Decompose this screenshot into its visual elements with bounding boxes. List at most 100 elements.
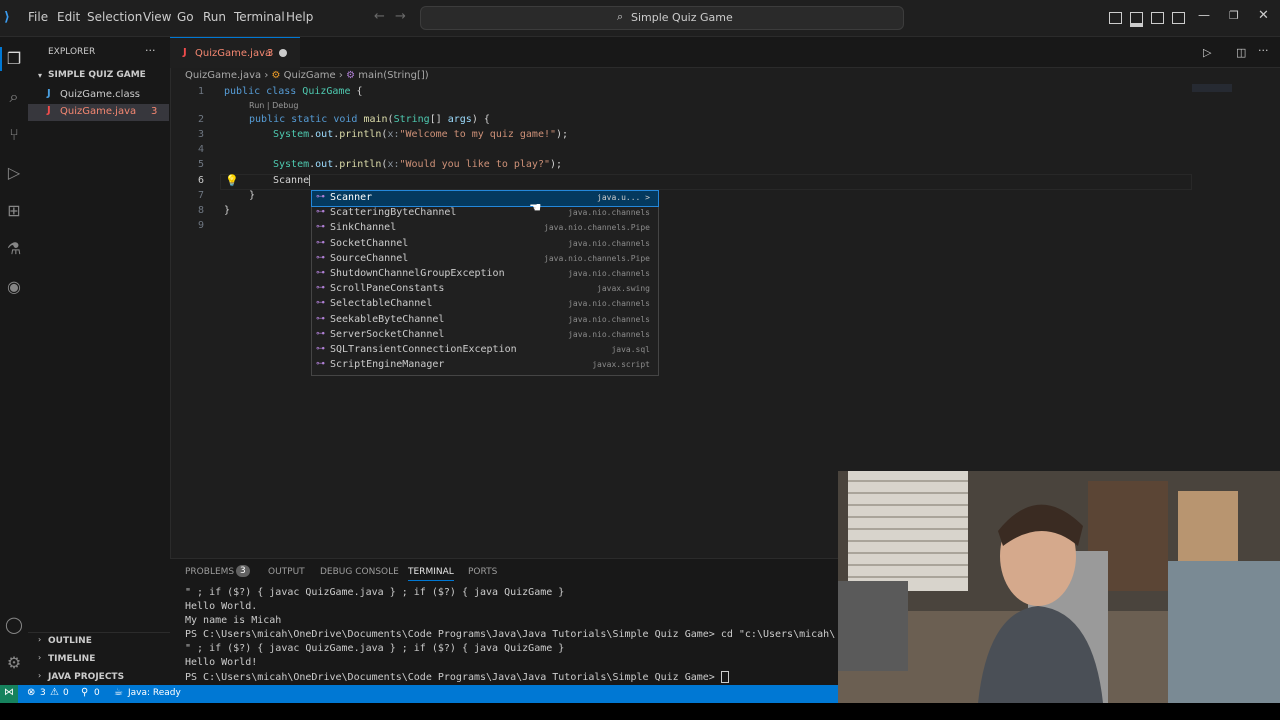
suggestion-item[interactable]: ⊶ SocketChannel java.nio.channels — [312, 237, 658, 252]
tab-quizgame-java[interactable]: J QuizGame.java 3 — [170, 37, 300, 68]
suggestion-item[interactable]: ⊶ ScrollPaneConstants javax.swing — [312, 282, 658, 297]
forward-arrow-icon[interactable]: → — [395, 9, 406, 24]
suggestion-item[interactable]: ⊶ SQLTransientConnectionException java.sql — [312, 343, 658, 358]
explorer-icon[interactable]: ❐ — [4, 49, 24, 69]
line-number: 5 — [197, 159, 204, 170]
tab-error-badge: 3 — [267, 48, 274, 59]
code-line-8[interactable]: } — [224, 205, 230, 216]
suggestion-item[interactable]: ⊶ ShutdownChannelGroupException java.nio.c… — [312, 267, 658, 282]
run-file-icon[interactable]: ▷ — [1203, 46, 1211, 59]
search-icon[interactable]: ⌕ — [4, 87, 24, 107]
github-icon[interactable]: ◉ — [4, 277, 24, 297]
menu-selection[interactable]: Selection — [87, 10, 142, 24]
code-line-5[interactable]: System.out.println(x:"Would you like to … — [273, 159, 562, 170]
toggle-panel-icon[interactable] — [1130, 12, 1143, 27]
outline-section[interactable]: OUTLINE — [48, 636, 92, 646]
java-file-icon: J — [47, 88, 51, 99]
code-line-6[interactable]: Scanne — [273, 175, 311, 186]
editor-tabs — [170, 37, 1280, 68]
run-debug-icon[interactable]: ▷ — [4, 163, 24, 183]
code-line-7[interactable]: } — [249, 190, 255, 201]
customize-layout-icon[interactable] — [1172, 12, 1185, 24]
java-status[interactable]: Java: Ready — [128, 688, 181, 698]
ports-icon[interactable]: ⚲ — [81, 687, 88, 698]
suggestion-label: SelectableChannel — [330, 298, 433, 310]
tab-problems[interactable]: PROBLEMS — [185, 567, 234, 577]
source-control-icon[interactable]: ⑂ — [4, 125, 24, 145]
menu-run[interactable]: Run — [203, 10, 226, 24]
folder-title[interactable]: SIMPLE QUIZ GAME — [48, 70, 146, 80]
tab-terminal[interactable]: TERMINAL — [408, 567, 454, 581]
menu-go[interactable]: Go — [177, 10, 194, 24]
line-number: 8 — [197, 205, 204, 216]
autocomplete-suggestions: ⊶ Scanner java.u... > ⊶ ScatteringByteChanne… — [311, 190, 659, 376]
suggestion-detail: java.nio.channels — [568, 314, 650, 324]
menu-file[interactable]: File — [28, 10, 48, 24]
split-editor-icon[interactable]: ◫ — [1236, 46, 1246, 59]
breadcrumb-separator-icon: › — [338, 70, 347, 81]
suggestion-item[interactable]: ⊶ SourceChannel java.nio.channels.Pipe — [312, 252, 658, 267]
terminal-prompt[interactable]: PS C:\Users\micah\OneDrive\Documents\Cod… — [185, 671, 729, 683]
activity-bar: ❐ ⌕ ⑂ ▷ ⊞ ⚗ ◉ ◯ ⚙ — [0, 37, 28, 685]
settings-gear-icon[interactable]: ⚙ — [4, 653, 24, 673]
breadcrumb-class[interactable]: QuizGame — [284, 70, 336, 81]
more-actions-icon[interactable]: ··· — [145, 44, 156, 57]
breadcrumb-method[interactable]: main(String[]) — [358, 70, 428, 81]
tab-ports[interactable]: PORTS — [468, 567, 497, 577]
minimize-icon[interactable]: — — [1198, 8, 1210, 22]
tab-debug-console[interactable]: DEBUG CONSOLE — [320, 567, 399, 577]
lightbulb-icon[interactable]: 💡 — [225, 174, 239, 187]
suggestion-item[interactable]: ⊶ ScatteringByteChannel java.nio.channels — [312, 206, 658, 221]
line-number: 6 — [197, 175, 204, 186]
back-arrow-icon[interactable]: ← — [374, 9, 385, 24]
toggle-sidebar-icon[interactable] — [1109, 12, 1122, 24]
warning-count[interactable]: 0 — [63, 688, 69, 698]
suggestion-item[interactable]: ⊶ SinkChannel java.nio.channels.Pipe — [312, 221, 658, 236]
timeline-section[interactable]: TIMELINE — [48, 654, 95, 664]
class-suggestion-icon: ⊶ — [316, 328, 325, 339]
code-line-2[interactable]: public static void main(String[] args) { — [249, 114, 490, 125]
status-bar: ⋈ ⊗ 3 ⚠ 0 ⚲ 0 ☕ Java: Ready — [0, 685, 838, 703]
suggestion-label: SocketChannel — [330, 237, 409, 249]
restore-icon[interactable]: ❐ — [1229, 9, 1239, 22]
code-line-3[interactable]: System.out.println(x:"Welcome to my quiz… — [273, 129, 568, 140]
line-number: 7 — [197, 190, 204, 201]
error-icon[interactable]: ⊗ — [27, 687, 35, 698]
line-number: 4 — [197, 144, 204, 155]
suggestion-detail: javax.swing — [597, 284, 650, 294]
code-lens-run-debug[interactable]: Run | Debug — [249, 101, 298, 110]
ports-count[interactable]: 0 — [94, 688, 100, 698]
remote-indicator[interactable]: ⋈ — [0, 685, 18, 703]
unsaved-dot-icon[interactable] — [279, 49, 287, 57]
editor-more-icon[interactable]: ··· — [1258, 44, 1269, 57]
testing-icon[interactable]: ⚗ — [4, 239, 24, 259]
toggle-secondary-sidebar-icon[interactable] — [1151, 12, 1164, 24]
menu-help[interactable]: Help — [286, 10, 313, 24]
class-suggestion-icon: ⊶ — [316, 359, 325, 370]
suggestion-item[interactable]: ⊶ SeekableByteChannel java.nio.channels — [312, 313, 658, 328]
suggestion-item[interactable]: ⊶ ServerSocketChannel java.nio.channels — [312, 328, 658, 343]
suggestion-detail: java.nio.channels — [568, 238, 650, 248]
close-icon[interactable]: ✕ — [1258, 8, 1269, 23]
line-number: 3 — [197, 129, 204, 140]
warning-icon[interactable]: ⚠ — [50, 687, 59, 698]
chevron-right-icon: › — [38, 635, 42, 644]
command-center[interactable]: ⌕ Simple Quiz Game — [420, 6, 904, 30]
java-projects-section[interactable]: JAVA PROJECTS — [48, 672, 124, 682]
file-item-java[interactable]: J QuizGame.java 3 — [28, 104, 169, 121]
suggestion-detail: java.nio.channels.Pipe — [544, 253, 650, 263]
tab-output[interactable]: OUTPUT — [268, 567, 305, 577]
breadcrumb-file[interactable]: QuizGame.java — [185, 70, 261, 81]
suggestion-item[interactable]: ⊶ Scanner java.u... > — [311, 190, 659, 207]
error-count[interactable]: 3 — [40, 688, 46, 698]
suggestion-item[interactable]: ⊶ SelectableChannel java.nio.channels — [312, 297, 658, 312]
menu-view[interactable]: View — [143, 10, 171, 24]
code-line-1[interactable]: public class QuizGame { — [224, 86, 363, 97]
minimap[interactable] — [1192, 84, 1232, 92]
menu-edit[interactable]: Edit — [57, 10, 80, 24]
file-item-class[interactable]: J QuizGame.class — [28, 87, 170, 104]
menu-terminal[interactable]: Terminal — [234, 10, 285, 24]
suggestion-item[interactable]: ⊶ ScriptEngineManager javax.script — [312, 358, 658, 373]
account-icon[interactable]: ◯ — [4, 615, 24, 635]
extensions-icon[interactable]: ⊞ — [4, 201, 24, 221]
